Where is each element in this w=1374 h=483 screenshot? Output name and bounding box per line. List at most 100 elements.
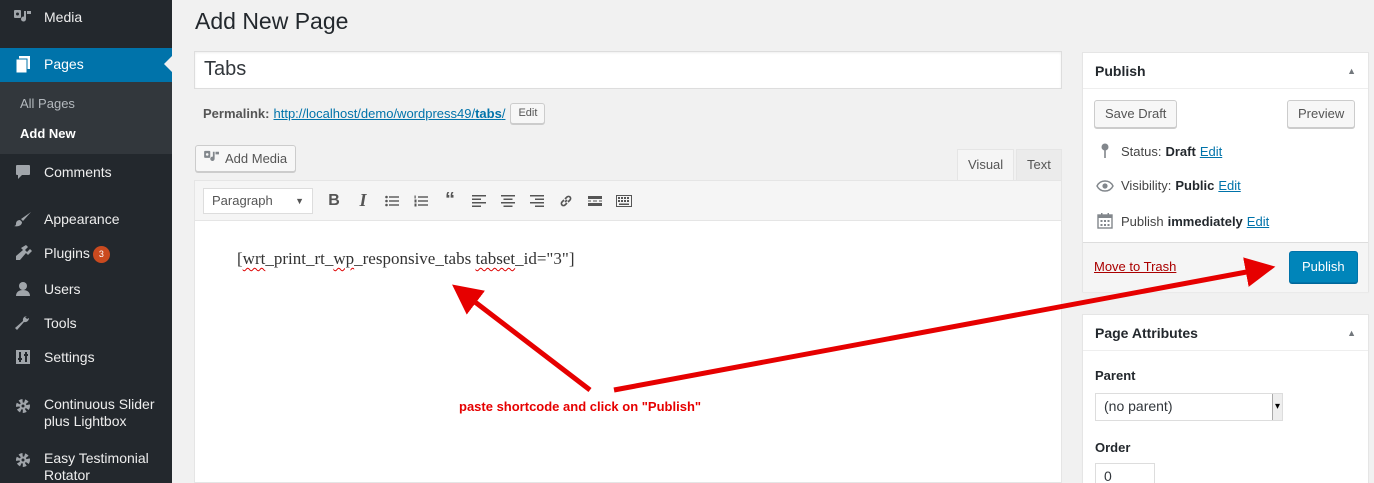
sidebar-item-label: Settings [44, 349, 95, 365]
publish-box: Publish ▲ Save Draft Preview Status: Dra… [1082, 52, 1369, 292]
sidebar-item-label: Rotator [44, 467, 90, 483]
parent-select[interactable]: (no parent) ▾ [1095, 393, 1283, 421]
sidebar-item-label: plus Lightbox [44, 413, 127, 429]
permalink-label: Permalink: [203, 106, 270, 121]
sidebar-item-label: Easy Testimonial [44, 450, 149, 466]
align-center-icon[interactable] [495, 188, 521, 214]
pages-icon [13, 55, 33, 75]
content-editor: Paragraph ▼ B I “ [wrt_print_rt_wp_respo… [194, 180, 1062, 483]
link-icon[interactable] [553, 188, 579, 214]
sidebar-item-label: Appearance [44, 211, 120, 227]
settings-icon [13, 347, 33, 367]
editor-content[interactable]: [wrt_print_rt_wp_responsive_tabs tabset_… [237, 249, 574, 269]
preview-button[interactable]: Preview [1287, 100, 1356, 128]
sidebar-item-users[interactable]: Users [0, 276, 172, 306]
sidebar-item-tools[interactable]: Tools [0, 310, 172, 340]
wrench-icon [13, 313, 33, 333]
page-attributes-header[interactable]: Page Attributes ▲ [1083, 315, 1368, 351]
sidebar-item-media[interactable]: Media [0, 0, 172, 34]
content-text: _responsive_tabs [354, 249, 476, 268]
order-input[interactable]: 0 [1095, 463, 1155, 483]
post-title-input[interactable]: Tabs [194, 51, 1062, 89]
tab-visual[interactable]: Visual [957, 149, 1015, 181]
content-text: _print_rt_ [265, 249, 334, 268]
appearance-icon [13, 209, 33, 229]
schedule-edit-link[interactable]: Edit [1247, 214, 1269, 229]
sidebar-item-label: Plugins [44, 245, 90, 261]
move-to-trash-link[interactable]: Move to Trash [1094, 259, 1176, 274]
sidebar-item-plugins[interactable]: Plugins 3 [0, 240, 172, 270]
editor-toolbar: Paragraph ▼ B I “ [195, 181, 1061, 221]
format-select[interactable]: Paragraph ▼ [203, 187, 313, 214]
schedule-row: Publish immediately Edit [1095, 213, 1269, 229]
update-count-badge: 3 [92, 246, 110, 263]
submenu-all-pages[interactable]: All Pages [20, 96, 75, 111]
publish-box-title: Publish [1095, 62, 1146, 79]
annotation-label: paste shortcode and click on "Publish" [459, 399, 702, 414]
align-right-icon[interactable] [524, 188, 550, 214]
submenu-add-new[interactable]: Add New [20, 126, 76, 141]
sidebar-item-comments[interactable]: Comments [0, 160, 172, 190]
status-row: Status: Draft Edit [1095, 143, 1222, 159]
plugins-icon [13, 243, 33, 263]
sidebar-item-settings[interactable]: Settings [0, 344, 172, 374]
users-icon [13, 279, 33, 299]
align-left-icon[interactable] [466, 188, 492, 214]
bullet-list-icon[interactable] [379, 188, 405, 214]
status-edit-link[interactable]: Edit [1200, 144, 1222, 159]
status-value: Draft [1165, 143, 1196, 159]
parent-select-value: (no parent) [1104, 398, 1173, 414]
sidebar-item-appearance[interactable]: Appearance [0, 206, 172, 236]
sidebar-item-label-wrap: Easy Testimonial Rotator [44, 450, 149, 483]
tab-text[interactable]: Text [1016, 149, 1062, 181]
add-media-button[interactable]: Add Media [195, 145, 297, 172]
publish-button[interactable]: Publish [1289, 251, 1358, 283]
calendar-icon [1095, 213, 1115, 229]
blockquote-icon[interactable]: “ [437, 188, 463, 214]
pages-submenu: All Pages Add New [0, 82, 172, 154]
sidebar-item-label-wrap: Continuous Slider plus Lightbox [44, 396, 155, 430]
permalink-row: Permalink: http://localhost/demo/wordpre… [203, 103, 546, 124]
sidebar-item-continuous-slider[interactable]: Continuous Slider plus Lightbox [0, 392, 172, 432]
parent-label: Parent [1095, 368, 1136, 383]
page-title: Add New Page [195, 8, 349, 34]
sidebar-item-label: Media [44, 9, 83, 25]
page-attributes-box: Page Attributes ▲ Parent (no parent) ▾ O… [1082, 314, 1369, 483]
misspelled-word: wrt [242, 249, 266, 268]
sidebar-item-easy-testimonial[interactable]: Easy Testimonial Rotator [0, 446, 172, 483]
read-more-icon[interactable] [582, 188, 608, 214]
major-publishing-actions: Move to Trash Publish [1083, 242, 1368, 292]
order-label: Order [1095, 440, 1131, 455]
permalink-end: / [501, 106, 506, 121]
permalink-slug: tabs [475, 106, 502, 121]
collapse-arrow-icon[interactable]: ▲ [1347, 66, 1356, 76]
schedule-label: Publish [1121, 213, 1164, 229]
pin-icon [1095, 143, 1115, 159]
numbered-list-icon[interactable] [408, 188, 434, 214]
add-media-label: Add Media [225, 151, 288, 166]
admin-sidebar: Media Pages All Pages Add New Comments A… [0, 0, 172, 483]
permalink-link[interactable]: http://localhost/demo/wordpress49/tabs/ [273, 106, 505, 121]
comments-icon [13, 162, 33, 182]
collapse-arrow-icon[interactable]: ▲ [1347, 328, 1356, 338]
toolbar-toggle-icon[interactable] [611, 188, 637, 214]
schedule-value: immediately [1167, 213, 1243, 229]
permalink-edit-button[interactable]: Edit [510, 103, 546, 124]
format-select-value: Paragraph [212, 193, 273, 208]
misspelled-word: wp [333, 249, 355, 268]
media-icon [204, 150, 220, 167]
save-draft-button[interactable]: Save Draft [1094, 100, 1178, 128]
gear-icon [13, 396, 33, 416]
sidebar-item-label: Continuous Slider [44, 396, 155, 412]
status-label: Status: [1121, 143, 1162, 159]
content-text: _id="3"] [515, 249, 575, 268]
visibility-label: Visibility: [1121, 178, 1172, 193]
italic-icon[interactable]: I [350, 188, 376, 214]
eye-icon [1095, 179, 1115, 192]
sidebar-item-pages[interactable]: Pages [0, 48, 172, 82]
sidebar-item-label: Users [44, 281, 81, 297]
bold-icon[interactable]: B [321, 188, 347, 214]
misspelled-word: tabset [475, 249, 516, 268]
visibility-edit-link[interactable]: Edit [1218, 178, 1240, 193]
publish-box-header[interactable]: Publish ▲ [1083, 53, 1368, 89]
